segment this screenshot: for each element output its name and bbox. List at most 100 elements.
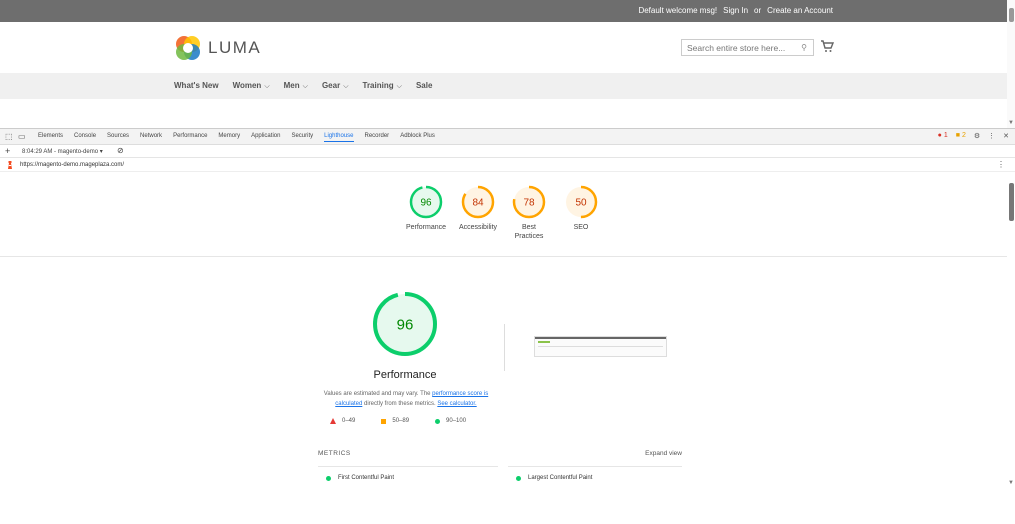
gauge-label: Accessibility — [458, 224, 498, 231]
gauge-seo[interactable]: 50 SEO — [563, 184, 599, 231]
devtools-tab-sources[interactable]: Sources — [107, 133, 129, 142]
search-placeholder: Search entire store here... — [687, 43, 786, 53]
nav-item-label: Gear — [321, 81, 341, 90]
devtools-tab-bar: ⬚ ▭ Elements Console Sources Network Perform… — [0, 129, 1015, 145]
nav-item-label: Men — [283, 81, 300, 90]
device-toolbar-icon[interactable]: ▭ — [18, 132, 26, 141]
report-select[interactable]: 8:04:29 AM - magento-demo ▾ — [22, 148, 103, 155]
clear-reports-icon[interactable]: ⊘ — [117, 146, 124, 155]
page-scroll-down-icon[interactable]: ▼ — [1008, 120, 1014, 126]
metrics-label: METRICS — [318, 450, 351, 457]
metric-lcp: Largest Contentful Paint — [516, 475, 592, 481]
report-url[interactable]: https://magento-demo.mageplaza.com/ — [20, 162, 124, 168]
devtools-scroll-thumb[interactable] — [1009, 183, 1014, 221]
performance-big-score: 96 — [397, 317, 414, 334]
report-select-value: 8:04:29 AM - magento-demo — [22, 149, 99, 155]
devtools-scroll-down-icon[interactable]: ▼ — [1008, 480, 1014, 486]
devtools-tab-performance[interactable]: Performance — [173, 133, 207, 142]
nav-item-label: Women — [232, 81, 262, 90]
devtools-tab-recorder[interactable]: Recorder — [365, 133, 390, 142]
gauge-score: 84 — [472, 198, 484, 209]
chevron-down-icon: ⌵ — [396, 83, 402, 90]
pass-circle-icon — [326, 475, 331, 481]
metric-lcp-label: Largest Contentful Paint — [528, 475, 593, 481]
note-mid: directly from these metrics. — [362, 401, 438, 407]
create-account-link[interactable]: Create an Account — [767, 6, 833, 15]
welcome-message: Default welcome msg! — [638, 6, 718, 15]
search-input[interactable]: Search entire store here... ⚲ — [681, 39, 814, 56]
devtools-tab-elements[interactable]: Elements — [38, 133, 63, 142]
performance-note: Values are estimated and may vary. The p… — [312, 389, 500, 409]
more-options-icon[interactable]: ⋮ — [988, 132, 995, 140]
chevron-down-icon: ⌵ — [343, 83, 349, 90]
nav-item-training[interactable]: Training ⌵ — [363, 81, 402, 91]
devtools-tab-network[interactable]: Network — [140, 133, 162, 142]
store-nav-list: What's New Women ⌵ Men ⌵ Gear ⌵ Training ⌵ Sale — [174, 81, 432, 91]
settings-gear-icon[interactable]: ⚙ — [974, 132, 980, 140]
pass-circle-icon — [435, 418, 441, 424]
gauge-best-practices[interactable]: 78 Best Practices — [511, 184, 547, 240]
devtools-right-controls: ● 1 ■ 2 ⚙ ⋮ ✕ — [938, 132, 1009, 140]
gauge-performance[interactable]: 96 Performance — [406, 184, 446, 231]
gauge-accessibility[interactable]: 84 Accessibility — [459, 184, 497, 231]
thumb-topbar — [535, 337, 666, 339]
chevron-down-icon: ⌵ — [302, 83, 308, 90]
lighthouse-icon — [8, 161, 12, 169]
average-square-icon — [381, 418, 387, 424]
top-links: Default welcome msg! Sign In or Create a… — [638, 6, 833, 15]
performance-title: Performance — [373, 369, 437, 381]
metrics-rule-right — [508, 466, 682, 467]
see-calculator-link[interactable]: See calculator. — [437, 401, 476, 407]
nav-item-women[interactable]: Women ⌵ — [233, 81, 270, 91]
final-screenshot-thumbnail[interactable] — [534, 336, 667, 357]
devtools-tab-memory[interactable]: Memory — [218, 133, 240, 142]
thumb-nav — [538, 346, 663, 347]
devtools-tab-application[interactable]: Application — [251, 133, 280, 142]
gauge-score: 78 — [523, 198, 535, 209]
luma-logo[interactable]: LUMA — [174, 34, 261, 62]
inspect-element-icon[interactable]: ⬚ — [5, 132, 13, 141]
metrics-rule-left — [318, 466, 498, 467]
report-menu-icon[interactable]: ⋮ — [997, 160, 1005, 169]
metric-fcp: First Contentful Paint — [326, 475, 394, 481]
nav-item-what-s-new[interactable]: What's New — [174, 81, 219, 91]
legend-fail-label: 0–49 — [342, 418, 356, 424]
store-nav: What's New Women ⌵ Men ⌵ Gear ⌵ Training ⌵ Sale — [0, 73, 1015, 99]
performance-big-gauge: 96 — [373, 292, 437, 356]
gauge-score: 96 — [420, 198, 432, 209]
thumb-logo — [538, 341, 550, 343]
score-legend: 0–49 50–89 90–100 — [330, 418, 466, 424]
nav-item-men[interactable]: Men ⌵ — [284, 81, 308, 91]
new-report-icon[interactable]: + — [5, 146, 10, 156]
luma-logo-icon — [176, 36, 200, 60]
legend-average: 50–89 — [381, 418, 409, 424]
error-count: 1 — [943, 132, 948, 139]
fail-triangle-icon — [330, 418, 336, 424]
logo-text: LUMA — [208, 38, 262, 57]
gauge-label: Best Practices — [514, 224, 544, 240]
nav-item-label: Training — [362, 81, 394, 90]
devtools-tab-adblock-plus[interactable]: Adblock Plus — [400, 133, 435, 142]
warning-count-badge[interactable]: ■ 2 — [956, 132, 966, 140]
or-text: or — [754, 6, 762, 15]
legend-pass: 90–100 — [435, 418, 466, 424]
devtools-tab-lighthouse[interactable]: Lighthouse — [324, 133, 354, 142]
legend-average-label: 50–89 — [392, 418, 410, 424]
devtools-tab-security[interactable]: Security — [291, 133, 313, 142]
expand-view-toggle[interactable]: Expand view — [645, 450, 682, 457]
devtools-tab-console[interactable]: Console — [74, 133, 96, 142]
error-count-badge[interactable]: ● 1 — [938, 132, 948, 140]
gauge-label: SEO — [573, 224, 589, 231]
nav-item-sale[interactable]: Sale — [416, 81, 432, 91]
page-scroll-thumb[interactable] — [1009, 8, 1014, 22]
report-url-bar: https://magento-demo.mageplaza.com/ ⋮ — [0, 158, 1015, 172]
sign-in-link[interactable]: Sign In — [723, 6, 748, 15]
nav-item-gear[interactable]: Gear ⌵ — [322, 81, 349, 91]
chevron-down-icon: ⌵ — [264, 83, 270, 90]
warning-count: 2 — [961, 132, 966, 139]
cart-icon[interactable] — [820, 39, 834, 53]
vertical-separator — [504, 324, 505, 371]
close-devtools-icon[interactable]: ✕ — [1003, 132, 1009, 140]
search-icon[interactable]: ⚲ — [801, 43, 807, 52]
lighthouse-toolbar: + 8:04:29 AM - magento-demo ▾ ⊘ — [0, 145, 1015, 158]
